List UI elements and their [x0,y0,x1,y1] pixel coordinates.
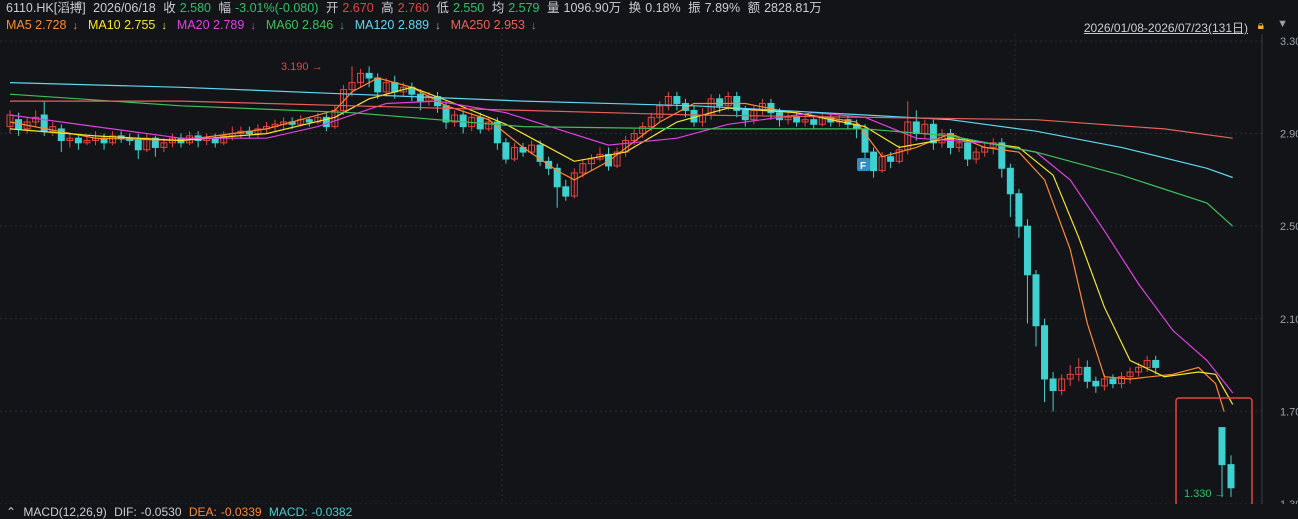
change-value: -3.01%(-0.080) [235,1,319,15]
ma-line-ma10 [9,86,1234,405]
ma-line-ma20 [9,100,1234,394]
open-label: 开 [325,1,339,15]
ma-legend-ma60: MA60 2.846 [265,18,334,32]
low-marker-label: 1.330 → [1184,488,1226,500]
low-label: 低 [436,1,449,15]
open-value: 2.670 [342,1,374,15]
candle-body [1227,464,1235,489]
ma-arrow-ma5: ↓ [72,20,78,32]
candle-body [1083,366,1091,382]
collapse-icon[interactable]: ⌃ [6,505,16,519]
candle-body [374,77,382,93]
dif-value: -0.0530 [140,505,182,519]
candle-body [912,121,920,135]
ma-legend-ma10: MA10 2.755 [87,18,156,32]
turnover-value: 0.18% [645,1,681,15]
candlestick-chart[interactable]: 3.30 2.90 2.50 2.10 1.70 1.30 3.190 → 1.330 → F [0,34,1298,504]
candle-body [1218,427,1226,466]
candle-body [416,93,424,102]
amount-value: 2828.81万 [764,1,822,15]
candle-body [502,142,510,160]
change-label: 幅 [218,1,231,15]
bar-date: 2026/06/18 [93,1,156,15]
ma-legend-ma250: MA250 2.953 [450,18,525,32]
candle-body [391,82,399,93]
ma-arrow-ma10: ↓ [161,20,167,32]
ma-legend-ma5: MA5 2.728 [6,18,67,32]
candle-body [1041,325,1049,380]
dif-label: DIF: [114,505,137,519]
dropdown-triangle-icon[interactable]: ▼ [1277,18,1288,30]
candle-body [305,119,313,123]
ma-legend-ma20: MA20 2.789 [176,18,245,32]
low-value: 2.550 [452,1,485,15]
candle-body [134,140,142,151]
avg-value: 2.579 [508,1,540,15]
candle-body [1092,380,1100,387]
candle-body [1152,359,1160,368]
amplitude-label: 振 [688,1,701,15]
candle-body [1109,378,1117,385]
high-label: 高 [381,1,394,15]
y-tick-label: 1.30 [1280,499,1298,504]
ma-arrow-ma20: ↓ [250,20,256,32]
y-tick-label: 2.50 [1280,221,1298,233]
ma-legend-ma120: MA120 2.889 [354,18,430,32]
ma-legend: MA5 2.728 ↓ MA10 2.755 ↓ MA20 2.789 ↓ MA60 2.8… [6,17,546,33]
candle-body [1023,225,1031,276]
candle-body [861,128,869,153]
event-marker-label: F [860,161,866,172]
candle-body [74,137,82,144]
candle-body [887,156,895,162]
volume-value: 1096.90万 [563,1,622,15]
amount-label: 额 [747,1,761,15]
candle-body [716,98,724,107]
macd-value-label: MACD: [268,505,308,519]
amplitude-value: 7.89% [704,1,741,15]
macd-indicator-label[interactable]: MACD(12,26,9) [23,505,106,519]
avg-label: 均 [491,1,505,15]
candle-body [211,137,219,144]
candle-body [810,119,818,125]
price-info-bar: 6110.HK[滔搏] 2026/06/18 收 2.580 幅 -3.01%(-0… [6,0,826,16]
macd-legend: ⌃ MACD(12,26,9) DIF: -0.0530 DEA: -0.0339 … [6,505,356,519]
y-tick-label: 2.10 [1280,314,1298,326]
candle-body [1032,274,1040,327]
candle-body [793,116,801,123]
lock-icon[interactable]: 🔒︎ [1258,18,1264,33]
candle-body [1006,167,1014,195]
candle-body [459,114,467,128]
ma-line-ma60 [9,93,1234,227]
y-tick-label: 3.30 [1280,36,1298,48]
ma-arrow-ma250: ↓ [530,20,537,32]
close-label: 收 [163,1,176,15]
y-tick-label: 1.70 [1280,406,1298,418]
date-range-label[interactable]: 2026/01/08-2026/07/23(131日) [1084,21,1248,35]
ma-arrow-ma120: ↓ [435,20,441,32]
candle-body [1015,193,1023,227]
dea-value: -0.0339 [220,505,262,519]
turnover-label: 换 [628,1,642,15]
candle-body [1049,378,1057,392]
macd-value: -0.0382 [311,505,353,519]
candle-body [741,109,749,121]
candle-body [562,186,570,197]
ma-arrow-ma60: ↓ [339,20,345,32]
candle-body [365,72,373,79]
symbol-name[interactable]: 6110.HK[滔搏] [6,1,86,15]
candle-body [870,151,878,172]
y-tick-label: 2.90 [1280,129,1298,141]
candle-body [964,142,972,160]
candle-body [673,96,681,104]
close-value: 2.580 [179,1,211,15]
high-value: 2.760 [397,1,429,15]
volume-label: 量 [546,1,560,15]
candle-body [57,128,65,142]
high-marker-label: 3.190 → [281,61,323,73]
dea-label: DEA: [188,505,217,519]
